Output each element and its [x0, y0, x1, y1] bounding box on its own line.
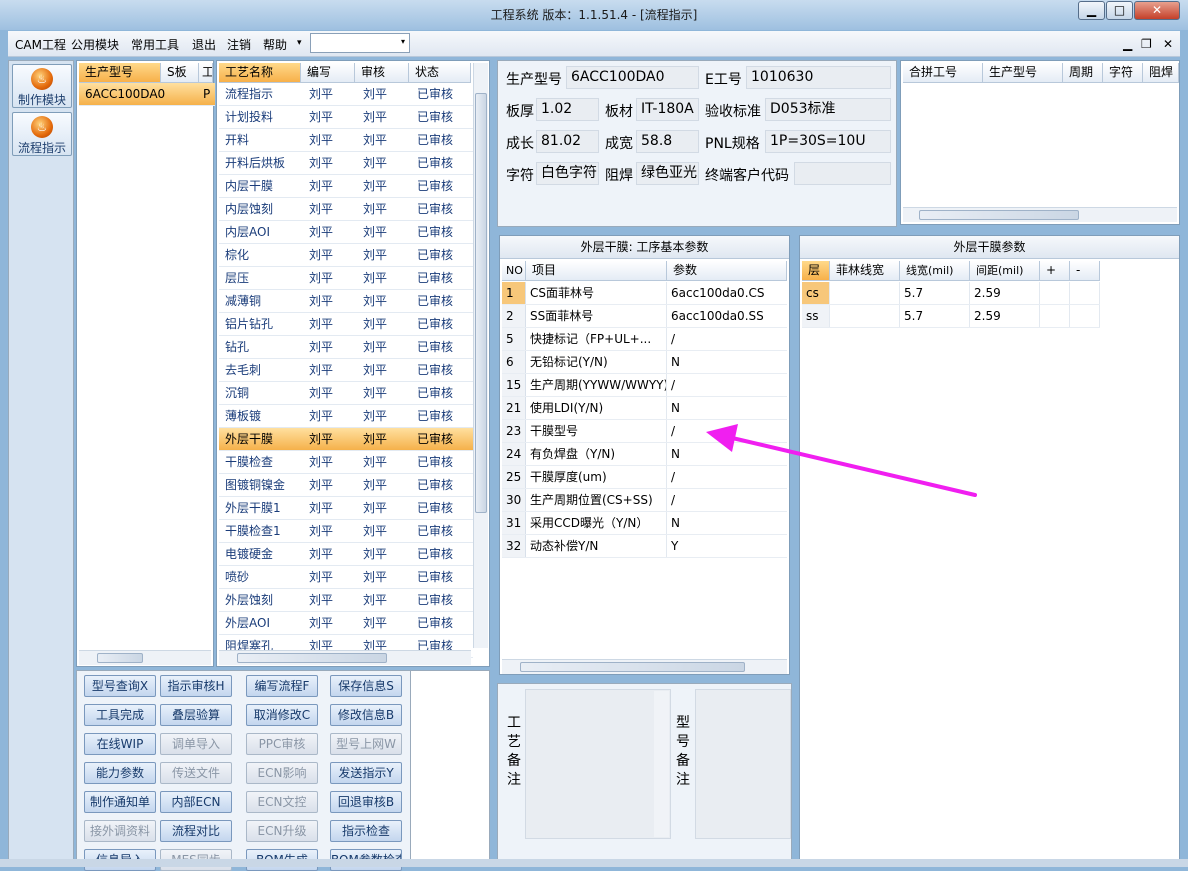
annotation-arrow-line	[726, 435, 977, 497]
annotation-arrow	[706, 424, 977, 497]
annotation-arrowhead	[706, 424, 738, 452]
